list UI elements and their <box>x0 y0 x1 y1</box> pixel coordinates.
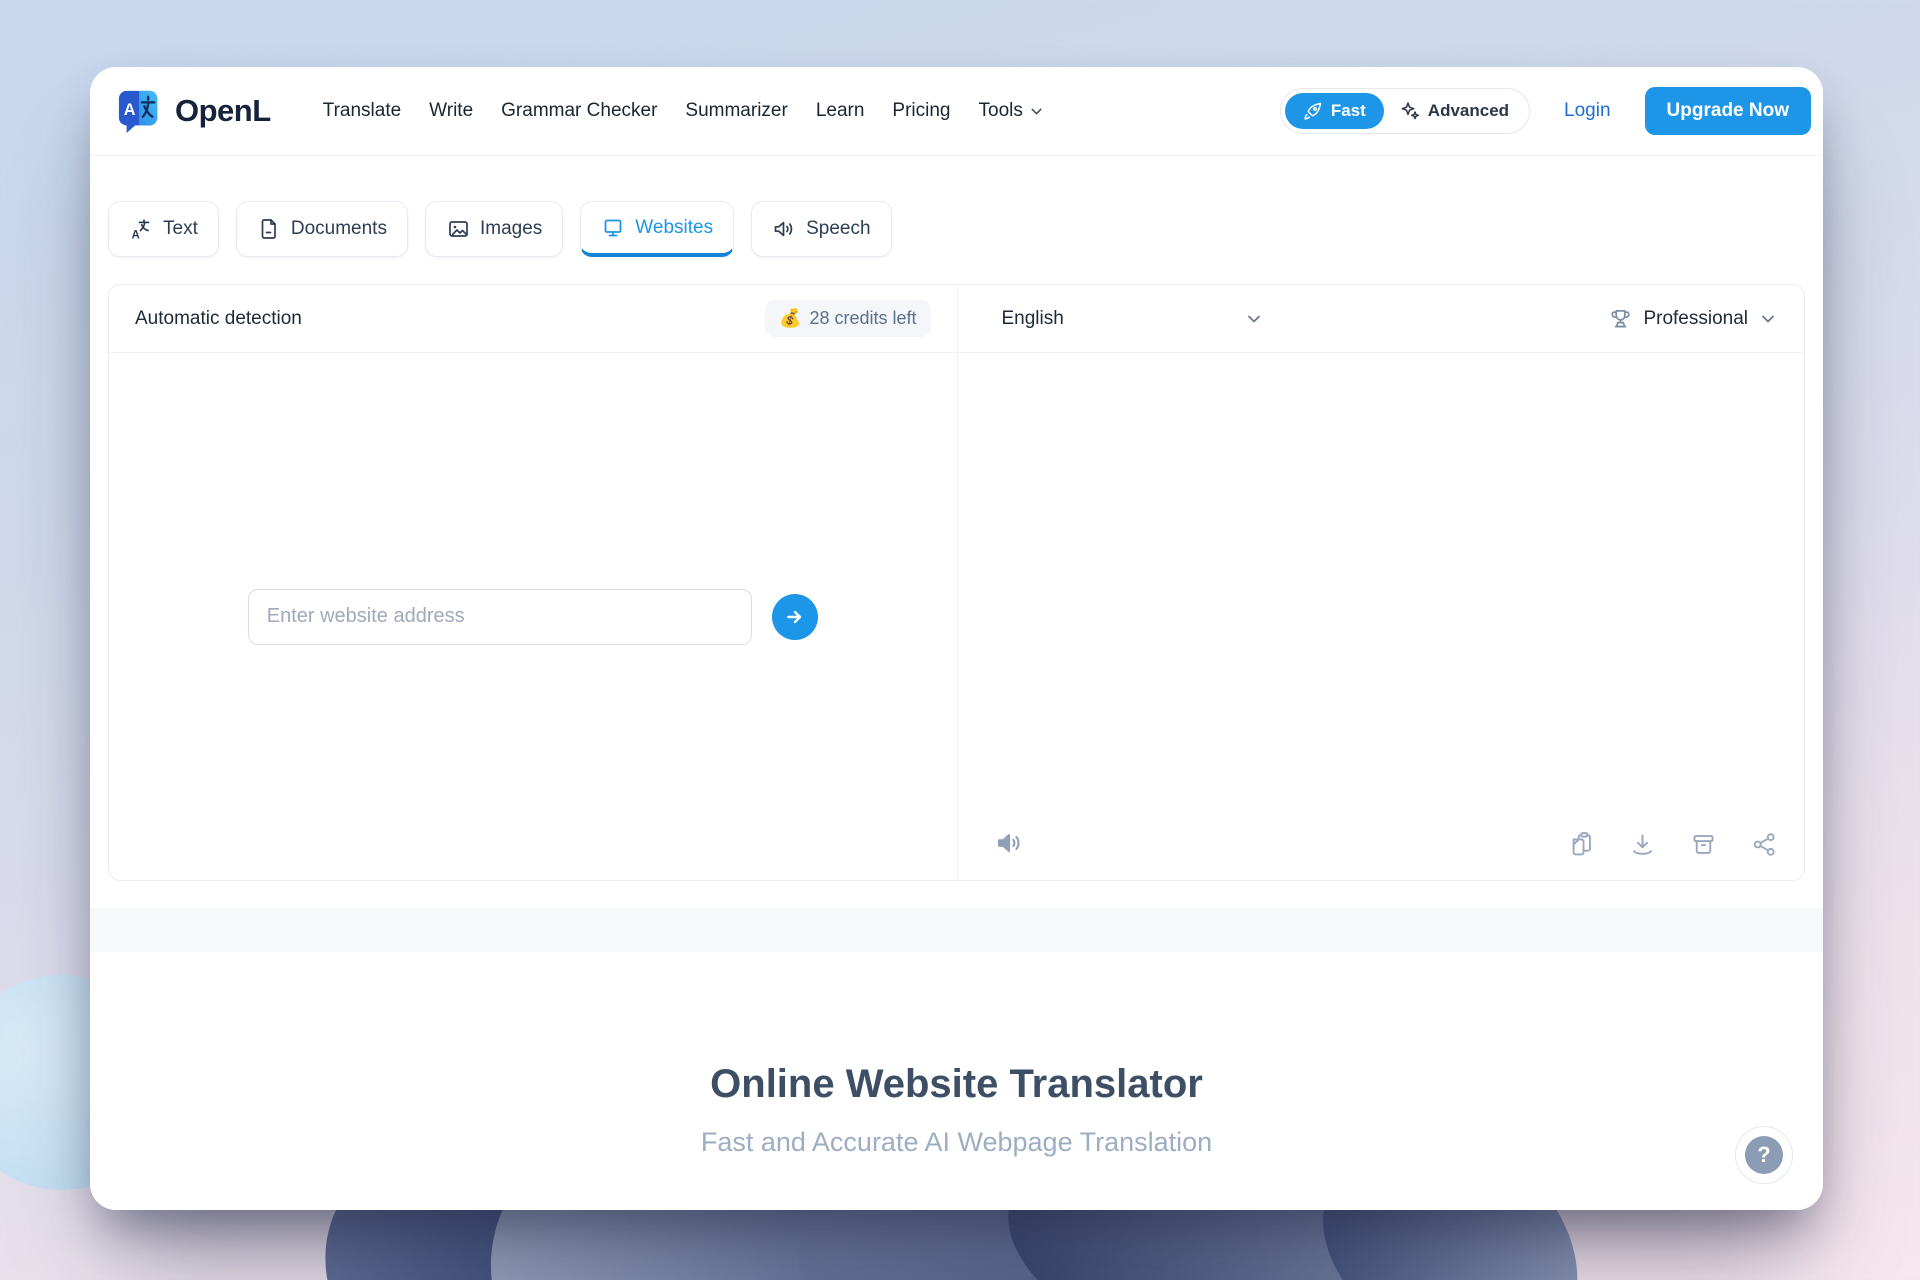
sparkles-icon <box>1400 101 1420 121</box>
speech-icon <box>772 217 796 241</box>
source-language-select[interactable]: Automatic detection <box>135 308 302 330</box>
chevron-down-icon <box>1028 103 1045 120</box>
translation-style-select[interactable]: Professional <box>1607 306 1778 332</box>
credits-badge[interactable]: 💰 28 credits left <box>765 300 930 337</box>
target-body <box>957 353 1805 880</box>
output-toolbar <box>1568 831 1778 858</box>
nav-item-translate[interactable]: Translate <box>323 100 402 122</box>
advanced-mode-button[interactable]: Advanced <box>1384 93 1525 129</box>
page-subtitle: Fast and Accurate AI Webpage Translation <box>108 1127 1805 1158</box>
source-header: Automatic detection 💰 28 credits left <box>109 285 957 353</box>
nav-item-tools[interactable]: Tools <box>979 100 1045 122</box>
tools-label: Tools <box>979 100 1023 122</box>
tab-documents[interactable]: Documents <box>236 201 408 257</box>
nav-menu: Translate Write Grammar Checker Summariz… <box>323 100 1045 122</box>
monitor-icon <box>601 216 625 240</box>
svg-text:A: A <box>132 230 140 242</box>
image-icon <box>446 217 470 241</box>
source-body <box>109 353 957 880</box>
advanced-label: Advanced <box>1428 101 1509 121</box>
credits-label: 28 credits left <box>809 308 916 329</box>
main-section: A Text Documents <box>90 156 1823 1210</box>
top-nav: A OpenL Translate Write Grammar Checker … <box>90 67 1823 156</box>
tab-label: Speech <box>806 218 870 240</box>
fast-label: Fast <box>1331 101 1366 121</box>
nav-actions: Fast Advanced Login Upgrade Now <box>1280 87 1811 135</box>
upgrade-now-button[interactable]: Upgrade Now <box>1645 87 1811 135</box>
arrow-right-icon <box>784 606 806 628</box>
tab-label: Text <box>163 218 198 240</box>
tab-speech[interactable]: Speech <box>751 201 891 257</box>
translator-panel: Automatic detection 💰 28 credits left En… <box>108 284 1805 881</box>
translation-style-label: Professional <box>1643 308 1748 330</box>
submit-url-button[interactable] <box>772 594 818 640</box>
hero-section: Online Website Translator Fast and Accur… <box>108 952 1805 1210</box>
volume-icon[interactable] <box>994 828 1024 858</box>
website-url-input[interactable] <box>248 589 752 645</box>
download-icon[interactable] <box>1629 831 1656 858</box>
target-language-select[interactable]: English <box>1002 308 1264 330</box>
archive-icon[interactable] <box>1690 831 1717 858</box>
page-title: Online Website Translator <box>108 1062 1805 1107</box>
svg-text:A: A <box>124 100 136 118</box>
tab-text[interactable]: A Text <box>108 201 219 257</box>
rocket-icon <box>1303 101 1323 121</box>
target-language-label: English <box>1002 308 1064 330</box>
share-icon[interactable] <box>1751 831 1778 858</box>
help-icon: ? <box>1745 1136 1783 1174</box>
copy-icon[interactable] <box>1568 831 1595 858</box>
tab-label: Websites <box>635 217 713 239</box>
trophy-icon <box>1607 306 1633 332</box>
translate-icon: A <box>129 217 153 241</box>
logo-icon: A <box>116 89 164 134</box>
app-card: A OpenL Translate Write Grammar Checker … <box>90 67 1823 1210</box>
nav-item-summarizer[interactable]: Summarizer <box>685 100 787 122</box>
section-divider <box>90 908 1823 952</box>
document-icon <box>257 217 281 241</box>
tab-websites[interactable]: Websites <box>580 201 734 257</box>
tab-label: Documents <box>291 218 387 240</box>
nav-item-learn[interactable]: Learn <box>816 100 865 122</box>
chevron-down-icon <box>1244 309 1264 329</box>
fast-mode-button[interactable]: Fast <box>1285 93 1384 129</box>
nav-item-grammar-checker[interactable]: Grammar Checker <box>501 100 657 122</box>
chevron-down-icon <box>1758 309 1778 329</box>
nav-item-pricing[interactable]: Pricing <box>892 100 950 122</box>
mode-toggle: Fast Advanced <box>1280 88 1530 134</box>
brand-name: OpenL <box>175 93 271 129</box>
mode-tabs: A Text Documents <box>108 201 1805 257</box>
tab-images[interactable]: Images <box>425 201 563 257</box>
brand-logo[interactable]: A OpenL <box>116 89 271 134</box>
target-header: English <box>957 285 1805 353</box>
nav-item-write[interactable]: Write <box>429 100 473 122</box>
login-button[interactable]: Login <box>1564 100 1611 122</box>
tab-label: Images <box>480 218 542 240</box>
money-bag-icon: 💰 <box>779 308 801 329</box>
help-button[interactable]: ? <box>1735 1126 1793 1184</box>
